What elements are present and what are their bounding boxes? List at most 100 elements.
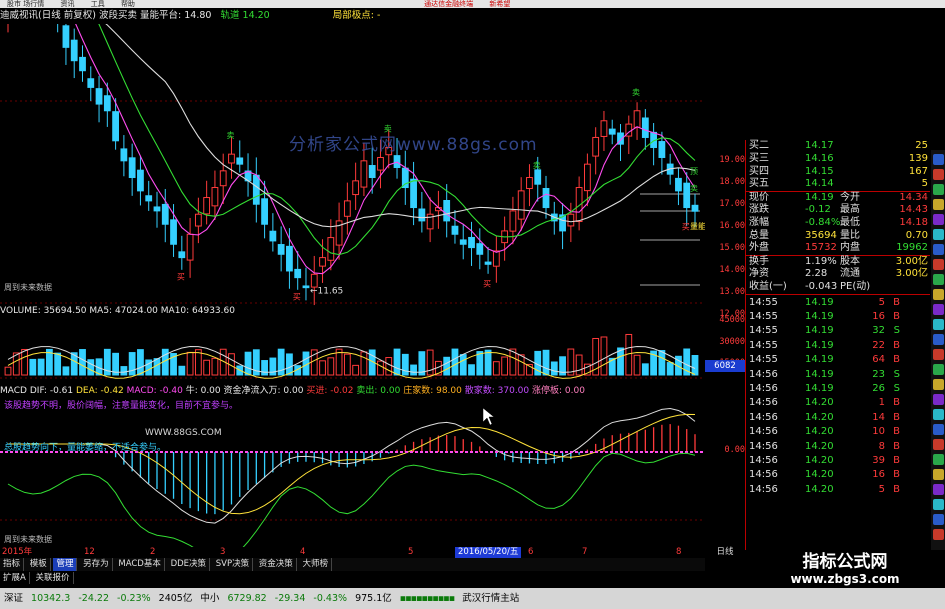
- tab-dde[interactable]: DDE决策: [168, 558, 211, 571]
- index-zx-value: 6729.82: [227, 593, 267, 604]
- toolbar-icon[interactable]: [933, 484, 944, 495]
- tab-macd-basic[interactable]: MACD基本: [115, 558, 165, 571]
- period-selector[interactable]: 日线: [705, 547, 745, 558]
- tick-side: B: [893, 483, 900, 495]
- toolbar-icon[interactable]: [933, 454, 944, 465]
- menu-item-help[interactable]: 帮助: [121, 0, 135, 8]
- tick-price: 14.19: [805, 325, 834, 337]
- toolbar-icon[interactable]: [933, 424, 944, 435]
- tick-volume: 5: [878, 483, 885, 495]
- quote-value: 14.14: [805, 178, 834, 190]
- toolbar-icon[interactable]: [933, 274, 944, 285]
- toolbar-icon[interactable]: [933, 364, 944, 375]
- index-zx-label[interactable]: 中小: [200, 588, 219, 609]
- signal-strength-icon: ▪▪▪▪▪▪▪▪▪▪: [399, 593, 455, 604]
- toolbar-icon[interactable]: [933, 304, 944, 315]
- candle-body: [228, 153, 235, 164]
- index-zx-amount: 975.1亿: [355, 593, 392, 604]
- tick-time: 14:56: [749, 411, 778, 423]
- toolbar-icon[interactable]: [933, 499, 944, 510]
- tab-indicator[interactable]: 指标: [0, 558, 25, 571]
- tick-price: 14.20: [805, 455, 834, 466]
- x-tick: 6: [528, 547, 534, 557]
- kline-chart[interactable]: ←22.80←11.65买买买买买卖卖卖卖卖顶卖量能: [0, 24, 705, 547]
- toolbar-icon[interactable]: [933, 379, 944, 390]
- candle-body: [683, 182, 691, 209]
- tick-time: 14:55: [749, 325, 778, 337]
- toolbar-icon[interactable]: [933, 514, 944, 525]
- candle-body: [691, 204, 699, 212]
- cursor-date: 2016/05/20/五: [455, 547, 522, 558]
- toolbar-icon[interactable]: [933, 289, 944, 300]
- candle-body: [608, 128, 616, 135]
- volume-bar: [410, 364, 417, 376]
- toolbar-icon[interactable]: [933, 169, 944, 180]
- menu-alert-1[interactable]: 通达信金融终端: [424, 0, 473, 8]
- volume-bar: [343, 353, 351, 376]
- volume-header: VOLUME: 35694.50 MA5: 47024.00 MA10: 649…: [0, 305, 705, 317]
- toolbar-icon[interactable]: [933, 319, 944, 330]
- menu-bar: 股市 场行情 资讯 工具 帮助 通达信金融终端 新希望: [0, 0, 945, 8]
- toolbar-icon[interactable]: [933, 349, 944, 360]
- tick-row: 14:55 14.19 22 B: [745, 339, 930, 353]
- quote-row: 净资 2.28 流通 3.00亿: [745, 268, 930, 281]
- tab-master[interactable]: 大师榜: [300, 558, 333, 571]
- menu-item-market[interactable]: 股市 场行情: [7, 0, 44, 8]
- tab-save-as[interactable]: 另存为: [80, 558, 113, 571]
- volume-bar: [550, 361, 558, 376]
- toolbar-icon[interactable]: [933, 244, 944, 255]
- tab-manage[interactable]: 管理: [53, 558, 78, 571]
- candle-body: [509, 210, 517, 232]
- toolbar-icon[interactable]: [933, 259, 944, 270]
- volume-ma10: MA10: 64933.60: [160, 306, 235, 316]
- tab-template[interactable]: 模板: [27, 558, 51, 571]
- candle-body: [87, 78, 95, 88]
- candle-body: [443, 200, 451, 222]
- quote-row: 买三 14.16 139: [745, 153, 930, 166]
- quote-label: 买三: [749, 152, 769, 164]
- toolbar-icon[interactable]: [933, 469, 944, 480]
- index-sz-label[interactable]: 深证: [4, 588, 23, 609]
- candle-body: [186, 233, 194, 261]
- quote-row: 买五 14.14 5: [745, 178, 930, 191]
- menu-item-tools[interactable]: 工具: [91, 0, 105, 8]
- toolbar-icon[interactable]: [933, 154, 944, 165]
- stock-title: 迪威视讯(日线 前复权): [0, 10, 96, 21]
- tick-time: 14:56: [749, 397, 778, 409]
- toolbar-icon[interactable]: [933, 199, 944, 210]
- toolbar-icon[interactable]: [933, 439, 944, 450]
- toolbar-icon[interactable]: [933, 334, 944, 345]
- volume-bar: [459, 354, 467, 376]
- candle-body: [633, 110, 641, 128]
- tab-capital[interactable]: 资金决策: [256, 558, 297, 571]
- toolbar-icon[interactable]: [933, 214, 944, 225]
- watermark-line-2: www.zbgs3.com: [790, 572, 900, 586]
- menu-item-news[interactable]: 资讯: [60, 0, 74, 8]
- candle-body: [542, 188, 550, 209]
- toolbar-icon[interactable]: [933, 184, 944, 195]
- candle-body: [418, 208, 426, 222]
- quote-label-2: 最低: [840, 216, 860, 228]
- tick-price: 14.20: [805, 440, 834, 452]
- status-bar: 深证 10342.3 -24.22 -0.23% 2405亿 中小 6729.8…: [0, 588, 945, 609]
- toolbar-icon[interactable]: [933, 529, 944, 540]
- quote-value-2: 5: [921, 178, 928, 190]
- tick-side: B: [893, 469, 900, 481]
- volume-bar: [476, 351, 484, 376]
- server-name[interactable]: 武汉行情主站: [462, 588, 519, 609]
- toolbar-icon[interactable]: [933, 229, 944, 240]
- tab-extend-a[interactable]: 扩展A: [0, 572, 30, 584]
- index-sz-value: 10342.3: [31, 593, 71, 604]
- buy-marker: 买: [682, 223, 690, 232]
- volume-bar: [62, 366, 70, 376]
- quote-row: 买四 14.15 167: [745, 166, 930, 179]
- quote-row: 涨跌 -0.12 最高 14.43: [745, 204, 930, 217]
- menu-alert-2[interactable]: 新希望: [489, 0, 510, 8]
- toolbar-icon[interactable]: [933, 394, 944, 405]
- volume-bar: [451, 348, 459, 376]
- toolbar-icon[interactable]: [933, 409, 944, 420]
- candle-body: [600, 120, 608, 137]
- tick-price: 14.20: [805, 397, 834, 409]
- tab-svp[interactable]: SVP决策: [213, 558, 254, 571]
- tab-related-quote[interactable]: 关联报价: [33, 572, 74, 584]
